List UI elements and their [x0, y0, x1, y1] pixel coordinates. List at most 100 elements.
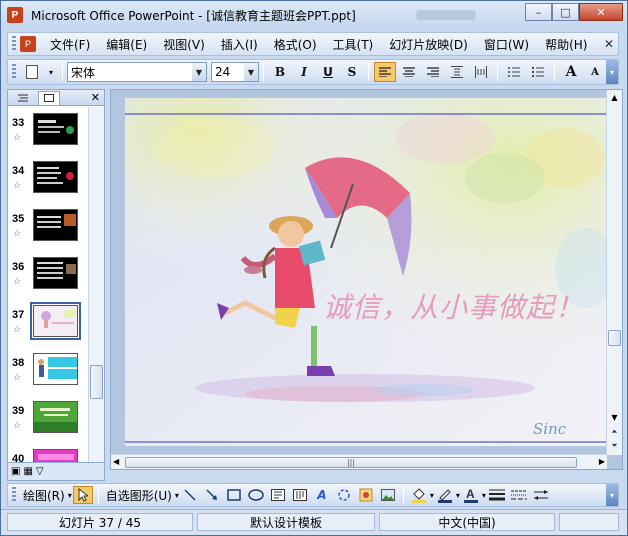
menu-help[interactable]: 帮助(H)	[537, 36, 595, 53]
scrollbar-thumb[interactable]	[608, 330, 621, 346]
slideshow-icon[interactable]: ▽	[36, 466, 44, 477]
slide-thumbnail[interactable]: 34 ☆	[8, 161, 88, 209]
diagram-icon[interactable]	[334, 486, 354, 504]
scroll-left-icon[interactable]: ◀	[113, 457, 119, 466]
scrollbar-thumb[interactable]	[90, 365, 103, 399]
bold-button[interactable]: B	[269, 62, 291, 82]
close-button[interactable]: ✕	[579, 3, 623, 21]
current-slide[interactable]: 诚信，从小事做起！ Sinc	[125, 98, 607, 446]
next-slide-icon[interactable]: ⏷	[607, 440, 622, 452]
close-pane-icon[interactable]: ✕	[91, 91, 100, 104]
slides-pane-scrollbar[interactable]	[88, 107, 104, 462]
chevron-down-icon[interactable]: ▾	[482, 491, 486, 500]
toolbar-grip[interactable]	[12, 487, 16, 503]
powerpoint-app-icon[interactable]: P	[7, 7, 23, 23]
tab-slides[interactable]	[38, 90, 60, 105]
slide-number: 34	[12, 165, 25, 177]
scroll-up-icon[interactable]: ▲	[607, 90, 622, 104]
oval-tool-icon[interactable]	[246, 486, 266, 504]
close-document-icon[interactable]: ✕	[604, 37, 614, 51]
window-controls: – □ ✕	[525, 3, 623, 21]
slide-thumbnail-selected[interactable]: 37 ☆	[8, 302, 88, 353]
slide-number: 35	[12, 213, 25, 225]
menu-format[interactable]: 格式(O)	[266, 36, 325, 53]
increase-font-size-button[interactable]: A	[560, 62, 582, 82]
select-pointer-icon[interactable]	[72, 486, 93, 504]
line-style-icon[interactable]	[487, 486, 507, 504]
wordart-icon[interactable]: A	[312, 486, 332, 504]
shadow-button[interactable]: S	[341, 62, 363, 82]
numbered-list-icon[interactable]	[503, 62, 525, 82]
font-size-select[interactable]: 24 ▼	[211, 62, 259, 82]
chevron-down-icon[interactable]: ▾	[45, 62, 57, 82]
chevron-down-icon[interactable]: ▾	[430, 491, 434, 500]
menu-insert[interactable]: 插入(I)	[213, 36, 266, 53]
tab-outline[interactable]	[12, 91, 34, 105]
line-color-icon[interactable]	[435, 486, 455, 504]
chevron-down-icon[interactable]: ▾	[456, 491, 460, 500]
scrollbar-thumb[interactable]: |||	[125, 457, 577, 468]
toolbar-options-icon[interactable]: ▾	[606, 60, 618, 84]
dash-style-icon[interactable]	[509, 486, 529, 504]
clip-art-icon[interactable]	[356, 486, 376, 504]
underline-button[interactable]: U	[317, 62, 339, 82]
minimize-button[interactable]: –	[525, 3, 552, 21]
slide-sorter-icon[interactable]: ▦	[23, 466, 32, 477]
toolbar-grip[interactable]	[12, 36, 16, 52]
slide-vertical-scrollbar[interactable]: ▲ ▼ ⏶ ⏷	[606, 90, 622, 455]
text-box-icon[interactable]	[268, 486, 288, 504]
chevron-down-icon[interactable]: ▾	[175, 491, 179, 500]
draw-menu-button[interactable]: 绘图(R)	[20, 487, 68, 504]
menu-window[interactable]: 窗口(W)	[476, 36, 537, 53]
toolbar-options-icon[interactable]: ▾	[606, 484, 618, 506]
decrease-font-size-button[interactable]: A	[584, 62, 606, 82]
autoshapes-menu-button[interactable]: 自选图形(U)	[103, 487, 175, 504]
italic-button[interactable]: I	[293, 62, 315, 82]
insert-picture-icon[interactable]	[378, 486, 398, 504]
align-left-icon[interactable]	[374, 62, 396, 82]
menu-tools[interactable]: 工具(T)	[325, 36, 382, 53]
chevron-down-icon[interactable]: ▼	[192, 63, 206, 81]
slide-thumbnail[interactable]: 38 ☆	[8, 353, 88, 401]
menu-view[interactable]: 视图(V)	[155, 36, 213, 53]
slide-number: 39	[12, 405, 25, 417]
chevron-down-icon[interactable]: ▼	[244, 63, 258, 81]
slide-thumbnail[interactable]: 36 ☆	[8, 257, 88, 305]
fill-color-icon[interactable]	[409, 486, 429, 504]
align-right-icon[interactable]	[422, 62, 444, 82]
slide-thumbnail[interactable]: 39 ☆	[8, 401, 88, 449]
status-design-template[interactable]: 默认设计模板	[197, 513, 375, 531]
document-icon[interactable]: P	[20, 36, 36, 52]
bullet-list-icon[interactable]	[527, 62, 549, 82]
font-size-value: 24	[215, 65, 231, 79]
distribute-vertical-icon[interactable]	[446, 62, 468, 82]
distribute-horizontal-icon[interactable]	[470, 62, 492, 82]
previous-slide-icon[interactable]: ⏶	[607, 426, 622, 438]
title-bar[interactable]: P Microsoft Office PowerPoint - [诚信教育主题班…	[1, 1, 627, 29]
menu-edit[interactable]: 编辑(E)	[98, 36, 155, 53]
line-tool-icon[interactable]	[180, 486, 200, 504]
menu-file[interactable]: 文件(F)	[42, 36, 98, 53]
normal-view-icon[interactable]: ▣	[11, 466, 20, 477]
slide-number: 33	[12, 117, 25, 129]
font-color-icon[interactable]: A	[461, 486, 481, 504]
scroll-down-icon[interactable]: ▼	[607, 410, 622, 424]
slide-thumbnail[interactable]: 33 ☆	[8, 113, 88, 161]
chevron-down-icon[interactable]: ▾	[68, 491, 72, 500]
rectangle-tool-icon[interactable]	[224, 486, 244, 504]
slide-thumbnail[interactable]: 40 ☆	[8, 449, 88, 462]
maximize-button[interactable]: □	[552, 3, 579, 21]
slide-thumbnail[interactable]: 35 ☆	[8, 209, 88, 257]
align-center-icon[interactable]	[398, 62, 420, 82]
font-name-select[interactable]: 宋体 ▼	[67, 62, 207, 82]
animation-icon: ☆	[13, 181, 22, 191]
toolbar-grip[interactable]	[12, 64, 16, 80]
slide-caption[interactable]: 诚信，从小事做起！	[323, 286, 584, 326]
new-slide-icon[interactable]	[21, 62, 43, 82]
vertical-text-box-icon[interactable]	[290, 486, 310, 504]
arrow-tool-icon[interactable]	[202, 486, 222, 504]
slide-horizontal-scrollbar[interactable]: ◀ ||| ▶	[111, 454, 607, 469]
menu-slideshow[interactable]: 幻灯片放映(D)	[381, 36, 476, 53]
arrow-style-icon[interactable]	[531, 486, 551, 504]
scroll-right-icon[interactable]: ▶	[599, 457, 605, 466]
